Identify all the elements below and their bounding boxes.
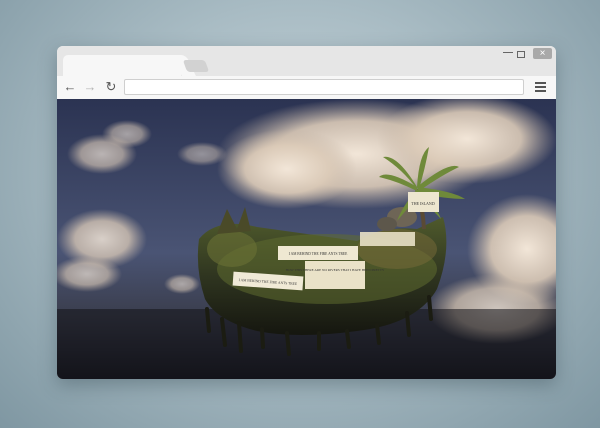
forward-button[interactable]: → [82,79,98,95]
maximize-icon[interactable] [517,51,525,58]
sign-island-text: THE ISLAND [411,201,435,206]
sign-right [360,232,415,246]
new-tab-button[interactable] [182,60,210,72]
back-button[interactable]: ← [62,79,78,95]
minimize-icon[interactable] [503,52,513,53]
close-icon: × [539,48,546,59]
hamburger-menu-icon[interactable] [535,82,546,92]
browser-window: × ← → ↻ THE ISLAND I AM BEHIND THE FIRE … [57,46,556,379]
tab-strip: × [57,46,556,76]
sign-middle [305,261,365,289]
sign-upper-text: I AM BEHIND THE FIRE ANTS TREE [289,252,348,256]
arrow-left-icon: ← [63,79,77,94]
page-viewport: THE ISLAND I AM BEHIND THE FIRE ANTS TRE… [57,99,556,379]
toolbar: ← → ↻ [57,76,556,100]
sign-middle-text: HOW THIS THERE ARE NO RIVERS THAT I HAVE… [286,268,385,272]
reload-button[interactable]: ↻ [103,79,119,95]
address-bar[interactable] [124,79,524,95]
active-tab[interactable] [63,55,181,76]
island-scene: THE ISLAND I AM BEHIND THE FIRE ANTS TRE… [57,99,556,379]
reload-icon: ↻ [105,79,117,94]
close-window-button[interactable]: × [533,48,552,59]
arrow-right-icon: → [83,79,97,94]
